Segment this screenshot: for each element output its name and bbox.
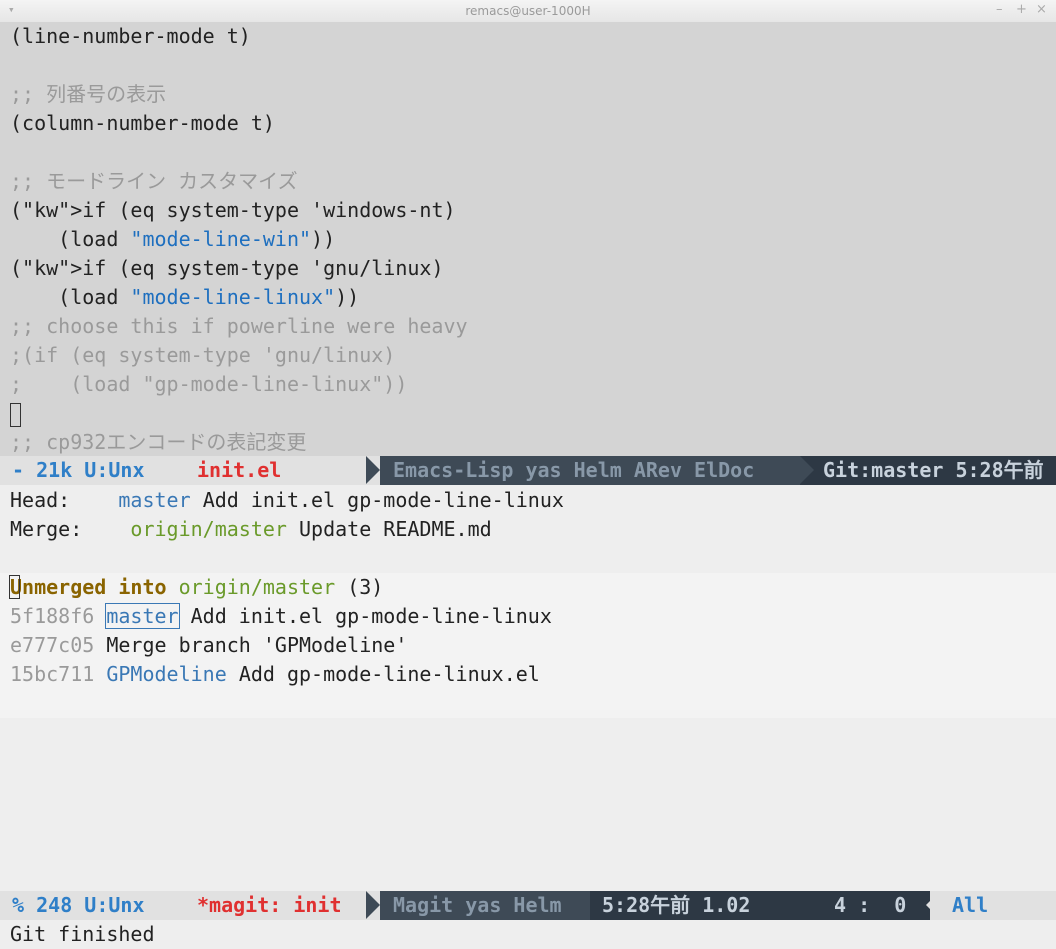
code-comment: ;; モードライン カスタマイズ bbox=[10, 169, 298, 193]
modeline-position: 4 : 0 bbox=[834, 893, 907, 917]
window-titlebar: ▾ remacs@user-1000H – + × bbox=[0, 0, 1056, 23]
editor-pane[interactable]: (line-number-mode t) ;; 列番号の表示 (column-n… bbox=[0, 22, 1056, 456]
modeline-scroll: All bbox=[952, 893, 989, 917]
modeline-magit[interactable]: % 248 U:Unx *magit: init Magit yas Helm … bbox=[0, 891, 1056, 920]
modeline-git[interactable]: Git:master 5:28午前 bbox=[800, 456, 1056, 485]
echo-area-message: Git finished bbox=[10, 922, 155, 946]
text-cursor bbox=[10, 399, 21, 428]
separator-icon bbox=[926, 891, 940, 919]
code-comment: ;; choose this if powerline were heavy bbox=[10, 314, 468, 338]
code-comment: ;; cp932エンコードの表記変更 bbox=[10, 430, 307, 454]
code-line: (line-number-mode t) bbox=[10, 24, 251, 48]
commit-row[interactable]: 5f188f6 master Add init.el gp-mode-line-… bbox=[10, 602, 552, 631]
modeline-buffer-name[interactable]: init.el bbox=[197, 456, 281, 485]
separator-icon bbox=[366, 456, 380, 484]
code-comment: ;; 列番号の表示 bbox=[10, 82, 167, 106]
separator-icon bbox=[800, 456, 814, 484]
modeline-modes[interactable]: Emacs-Lisp yas Helm ARev ElDoc bbox=[380, 456, 800, 485]
minimize-button[interactable]: – bbox=[996, 2, 1003, 17]
modeline-init[interactable]: - 21k U:Unx init.el Emacs-Lisp yas Helm … bbox=[0, 456, 1056, 485]
modeline-status: - 21k U:Unx bbox=[0, 458, 145, 482]
magit-merge-line[interactable]: Merge: origin/master Update README.md bbox=[10, 515, 492, 544]
magit-pane[interactable]: Head: master Add init.el gp-mode-line-li… bbox=[0, 486, 1056, 890]
commit-row[interactable]: 15bc711 GPModeline Add gp-mode-line-linu… bbox=[10, 660, 540, 689]
magit-head-line[interactable]: Head: master Add init.el gp-mode-line-li… bbox=[10, 486, 564, 515]
commit-row[interactable]: e777c05 Merge branch 'GPModeline' bbox=[10, 631, 407, 660]
modeline-modes[interactable]: Magit yas Helm bbox=[380, 891, 590, 920]
window-title: remacs@user-1000H bbox=[465, 4, 591, 18]
separator-icon bbox=[366, 891, 380, 919]
code-line: ("kw">if (eq system-type 'windows-nt) bbox=[10, 198, 456, 222]
text-cursor bbox=[9, 575, 20, 599]
modeline-buffer-name[interactable]: *magit: init bbox=[197, 891, 342, 920]
maximize-button[interactable]: + bbox=[1016, 2, 1027, 17]
code-line: (column-number-mode t) bbox=[10, 111, 275, 135]
close-button[interactable]: × bbox=[1036, 2, 1047, 17]
code-line: (load "mode-line-linux")) bbox=[10, 285, 360, 309]
modeline-status: % 248 U:Unx bbox=[0, 893, 145, 917]
code-comment: ;(if (eq system-type 'gnu/linux) bbox=[10, 343, 396, 367]
code-line: (load "mode-line-win")) bbox=[10, 227, 336, 251]
magit-section-heading[interactable]: Unmerged into origin/master (3) bbox=[10, 573, 383, 602]
code-line: ("kw">if (eq system-type 'gnu/linux) bbox=[10, 256, 444, 280]
code-comment: ; (load "gp-mode-line-linux")) bbox=[10, 372, 408, 396]
